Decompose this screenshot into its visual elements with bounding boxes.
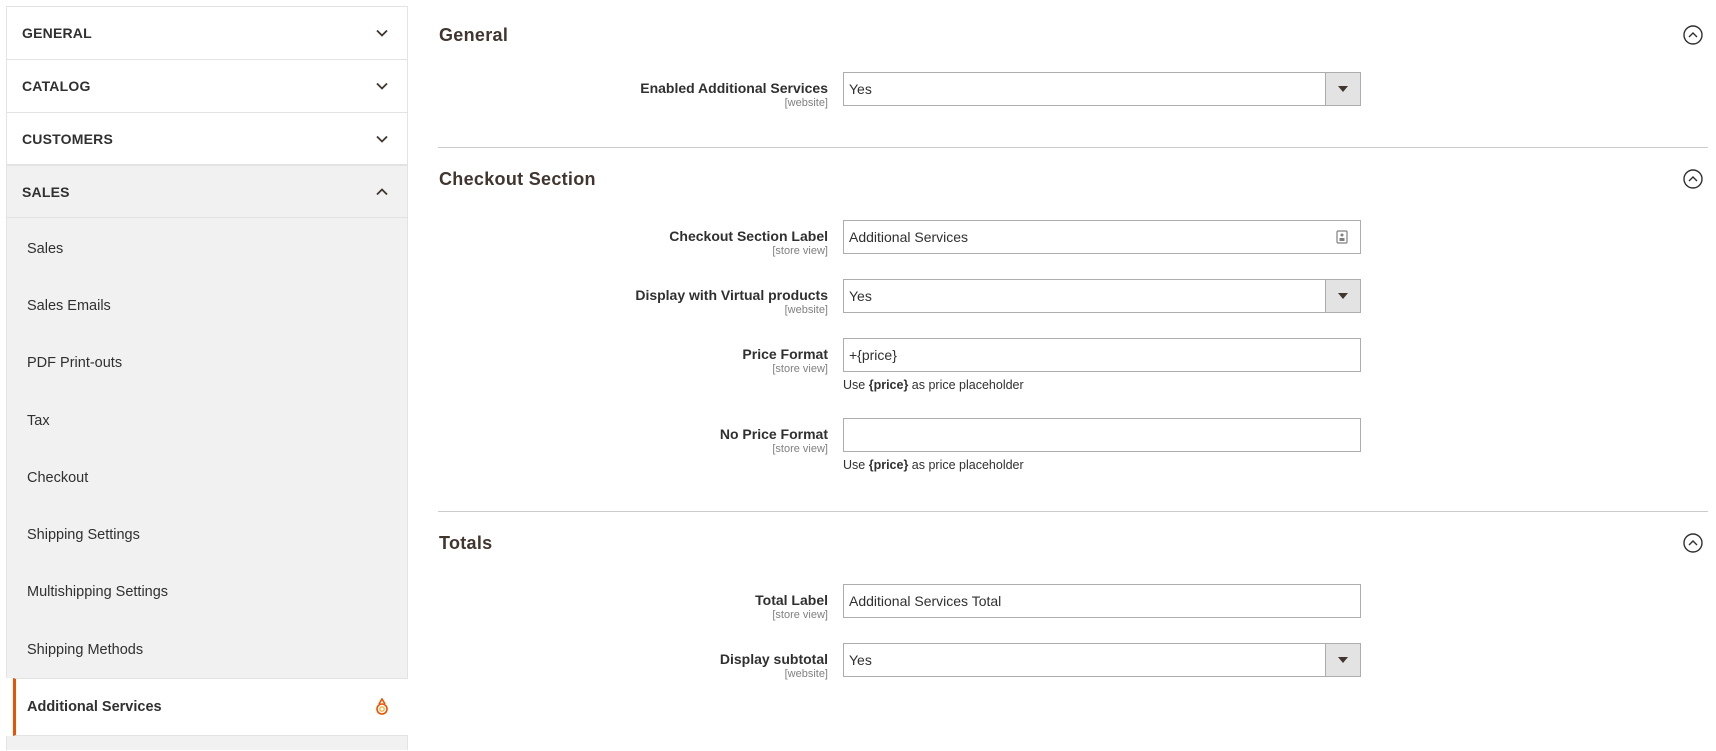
tab-customers[interactable]: CUSTOMERS xyxy=(6,112,408,165)
field-label: Total Label xyxy=(755,592,828,608)
sidebar-item-checkout[interactable]: Checkout xyxy=(7,449,407,506)
select-value: Yes xyxy=(849,81,872,97)
checkout-section-label-input[interactable]: Additional Services xyxy=(843,220,1361,254)
dropdown-arrow-icon xyxy=(1325,73,1360,105)
field-display-virtual-products: Display with Virtual products [website] … xyxy=(438,279,1708,317)
field-label: No Price Format xyxy=(719,426,828,442)
section-general: General Enabled Additional Services [web… xyxy=(438,0,1708,148)
scope-label: [website] xyxy=(784,668,828,680)
sidebar-footer xyxy=(6,736,408,751)
sidebar-item-shipping-methods[interactable]: Shipping Methods xyxy=(7,621,407,678)
tab-sales[interactable]: SALES xyxy=(6,165,408,218)
field-label: Display subtotal xyxy=(719,651,828,667)
field-price-format: Price Format [store view] +{price} Use {… xyxy=(438,338,1708,392)
collapse-icon[interactable] xyxy=(1682,168,1704,190)
input-value: Additional Services xyxy=(849,229,969,245)
extension-icon xyxy=(376,698,388,716)
sidebar-item-label: Additional Services xyxy=(27,699,162,716)
scope-label: [store view] xyxy=(772,443,828,455)
section-totals-header[interactable]: Totals xyxy=(438,512,1708,554)
tab-sales-label: SALES xyxy=(22,183,70,200)
section-title: Totals xyxy=(439,532,493,553)
scope-label: [website] xyxy=(784,97,828,109)
section-totals: Totals Total Label [store view] Addition… xyxy=(438,512,1708,681)
scope-label: [store view] xyxy=(772,609,828,621)
contact-card-icon xyxy=(1336,230,1348,244)
sidebar-item-tax[interactable]: Tax xyxy=(7,392,407,449)
field-total-label: Total Label [store view] Additional Serv… xyxy=(438,584,1708,622)
no-price-format-input[interactable] xyxy=(843,418,1361,452)
config-sidebar: GENERAL CATALOG CUSTOMERS SALES Sales Sa… xyxy=(6,6,408,751)
scope-label: [website] xyxy=(784,304,828,316)
note-placeholder: {price} xyxy=(868,378,909,392)
price-format-input[interactable]: +{price} xyxy=(843,338,1361,372)
dropdown-arrow-icon xyxy=(1325,644,1360,676)
section-general-header[interactable]: General xyxy=(438,0,1708,46)
tab-catalog-label: CATALOG xyxy=(22,78,91,94)
note-placeholder: {price} xyxy=(868,458,909,472)
sidebar-item-multishipping-settings[interactable]: Multishipping Settings xyxy=(7,564,407,621)
scope-label: [store view] xyxy=(772,245,828,257)
note-text: as price placeholder xyxy=(908,458,1024,472)
section-title: General xyxy=(439,24,509,45)
select-value: Yes xyxy=(849,288,872,304)
display-subtotal-select[interactable]: Yes xyxy=(843,643,1361,677)
sidebar-item-additional-services[interactable]: Additional Services xyxy=(13,678,408,737)
field-label: Enabled Additional Services xyxy=(640,80,828,96)
sidebar-item-sales-emails[interactable]: Sales Emails xyxy=(7,277,407,334)
field-enabled-additional-services: Enabled Additional Services [website] Ye… xyxy=(438,72,1708,110)
input-value: +{price} xyxy=(849,347,897,363)
select-value: Yes xyxy=(849,652,872,668)
scope-label: [store view] xyxy=(772,363,828,375)
section-checkout-header[interactable]: Checkout Section xyxy=(438,148,1708,190)
input-value: Additional Services Total xyxy=(849,593,1002,609)
chevron-down-icon xyxy=(376,29,388,37)
sidebar-item-shipping-settings[interactable]: Shipping Settings xyxy=(7,506,407,563)
section-checkout: Checkout Section Checkout Section Label … xyxy=(438,148,1708,512)
display-virtual-products-select[interactable]: Yes xyxy=(843,279,1361,313)
field-label: Price Format xyxy=(742,346,828,362)
sidebar-item-sales[interactable]: Sales xyxy=(7,220,407,277)
tab-general-label: GENERAL xyxy=(22,25,92,41)
enabled-additional-services-select[interactable]: Yes xyxy=(843,72,1361,106)
field-label: Checkout Section Label xyxy=(669,228,828,244)
note-text: as price placeholder xyxy=(908,378,1024,392)
sales-submenu: Sales Sales Emails PDF Print-outs Tax Ch… xyxy=(6,218,408,679)
field-note: Use {price} as price placeholder xyxy=(843,458,1361,472)
field-no-price-format: No Price Format [store view] Use {price}… xyxy=(438,418,1708,472)
note-text: Use xyxy=(843,458,869,472)
tab-general[interactable]: GENERAL xyxy=(6,6,408,59)
field-checkout-section-label: Checkout Section Label [store view] Addi… xyxy=(438,220,1708,258)
field-note: Use {price} as price placeholder xyxy=(843,378,1361,392)
chevron-down-icon xyxy=(376,82,388,90)
chevron-up-icon xyxy=(376,187,388,195)
section-title: Checkout Section xyxy=(439,168,596,189)
dropdown-arrow-icon xyxy=(1325,280,1360,312)
chevron-down-icon xyxy=(376,135,388,143)
collapse-icon[interactable] xyxy=(1682,532,1704,554)
tab-customers-label: CUSTOMERS xyxy=(22,130,113,147)
note-text: Use xyxy=(843,378,869,392)
sidebar-item-pdf-print-outs[interactable]: PDF Print-outs xyxy=(7,335,407,392)
total-label-input[interactable]: Additional Services Total xyxy=(843,584,1361,618)
tab-catalog[interactable]: CATALOG xyxy=(6,59,408,112)
config-main: General Enabled Additional Services [web… xyxy=(438,0,1708,751)
field-display-subtotal: Display subtotal [website] Yes xyxy=(438,643,1708,681)
collapse-icon[interactable] xyxy=(1682,24,1704,46)
field-label: Display with Virtual products xyxy=(635,287,828,303)
